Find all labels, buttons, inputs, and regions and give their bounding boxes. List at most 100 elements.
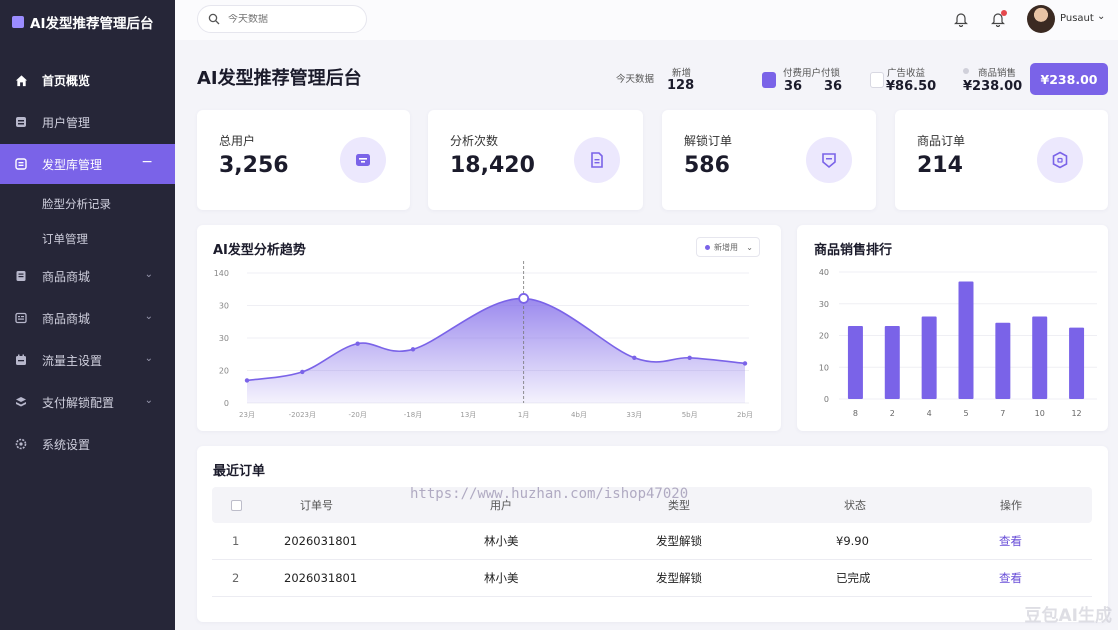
goods-label: 商品销售 [978,68,1017,79]
x-tick-label: 1月 [518,411,529,419]
ad-icon [870,72,884,88]
brand[interactable]: AI发型推荐管理后台 [0,0,175,44]
bell-icon[interactable] [951,9,971,29]
view-order-link[interactable]: 查看 [999,560,1022,596]
sidebar-item-label: 商品商城 [42,311,91,326]
stat-card-analysis[interactable]: 分析次数 18,420 [428,110,643,210]
stat-label: 解锁订单 [684,134,733,148]
bar [884,325,900,399]
x-tick-label: 23月 [239,411,255,419]
data-point [244,378,250,383]
stat-value: 3,256 [219,153,289,178]
sidebar-item-users[interactable]: 用户管理 [0,102,175,142]
bar [847,325,863,399]
column-header-status[interactable]: 状态 [844,487,866,523]
goods-value: ¥238.00 [963,79,1023,94]
data-point [410,347,416,352]
ranking-chart: 0 10 20 30 40 8 2 4 5 7 10 12 [819,268,1097,418]
sidebar-item-payment[interactable]: 支付解锁配置 ⌄ [0,382,175,422]
sidebar-item-label: 发型库管理 [42,157,103,172]
column-header-action: 操作 [1000,499,1022,512]
stat-label: 总用户 [219,134,256,148]
column-header-user[interactable]: 用户 [490,487,512,523]
collapse-icon[interactable]: − [141,154,153,170]
view-order-link[interactable]: 查看 [999,523,1022,559]
topbar: Pusaut ⌄ [175,0,1118,40]
user-name[interactable]: Pusaut [1060,13,1094,24]
trend-chart-card: AI发型分析趋势 新增用 ⌄ 0 20 30 30 140 23月 -2023月 -20月 -1… [197,225,781,431]
y-tick-label: 30 [819,300,829,309]
sidebar: AI发型推荐管理后台 首页概览 用户管理 发型库管理 − 脸型分析记录 订单管理 [0,0,175,630]
payment-icon [14,395,28,409]
order-no: 2026031801 [284,571,358,585]
product-order-icon [1037,137,1083,183]
paid-value-2: 36 [824,79,843,94]
sidebar-item-settings[interactable]: 系统设置 [0,424,175,464]
search-input[interactable] [228,13,348,25]
y-tick-label: 20 [819,332,829,341]
brand-logo-icon [12,16,24,28]
data-point [300,369,305,375]
y-tick-label: 10 [819,363,829,372]
orders-table: 订单号 用户 类型 状态 操作 1 2026031801 林小美 发型解锁 ¥9… [212,487,1092,597]
y-tick-label: 30 [219,302,229,311]
stat-value: 214 [917,153,963,178]
x-tick-label: 5 [963,409,968,418]
y-tick-label: 30 [219,334,229,343]
chevron-down-icon: ⌄ [144,311,153,322]
stat-card-unlock-orders[interactable]: 解锁订单 586 [662,110,876,210]
stat-value: 18,420 [450,153,535,178]
sidebar-item-label: 首页概览 [42,73,91,88]
stat-label: 商品订单 [917,134,966,148]
sidebar-item-shop[interactable]: 商品商城 ⌄ [0,256,175,296]
x-tick-label: -2023月 [289,411,316,419]
stat-card-users[interactable]: 总用户 3,256 [197,110,410,210]
notification-badge [1001,10,1007,16]
stat-card-product-orders[interactable]: 商品订单 214 [895,110,1108,210]
data-point [355,341,360,346]
goods-dot-icon [963,68,969,74]
data-point [632,355,637,360]
orders-title: 最近订单 [213,464,266,479]
y-tick-label: 140 [214,269,229,278]
y-tick-label: 40 [819,268,829,277]
column-header-order-no[interactable]: 订单号 [300,487,333,523]
sidebar-item-label: 用户管理 [42,115,91,130]
bar [1032,316,1048,399]
sidebar-subitem-orders[interactable]: 订单管理 [0,221,175,256]
x-tick-label: 13月 [460,411,476,419]
y-tick-label: 0 [824,395,829,404]
x-tick-label: 4b月 [571,411,587,419]
brand-title: AI发型推荐管理后台 [30,16,154,32]
user-list-icon [14,115,28,129]
sidebar-item-home[interactable]: 首页概览 [0,60,175,100]
sidebar-item-label: 流量主设置 [42,353,103,368]
bar [958,281,974,399]
notification-icon[interactable] [988,9,1008,29]
order-user: 林小美 [484,571,519,585]
select-all-checkbox[interactable] [231,487,242,523]
paid-label: 付费用户付锁 [783,68,841,79]
x-tick-label: 4 [927,409,932,418]
chevron-down-icon[interactable]: ⌄ [1097,11,1105,22]
page-title: AI发型推荐管理后台 [197,68,362,89]
wallet-icon [762,72,776,88]
avatar[interactable] [1027,5,1055,33]
stat-label: 分析次数 [450,134,499,148]
column-header-type[interactable]: 类型 [668,487,690,523]
revenue-button[interactable]: ¥238.00 [1030,63,1108,95]
search-icon [208,10,220,29]
sidebar-item-traffic[interactable]: 流量主设置 ⌄ [0,340,175,380]
order-status: 已完成 [836,571,871,585]
x-tick-label: 2 [890,409,895,418]
sidebar-subitem-face-analysis[interactable]: 脸型分析记录 [0,186,175,221]
sidebar-item-hairstyle-library[interactable]: 发型库管理 − [0,144,175,184]
x-tick-label: -18月 [404,411,422,419]
hairstyle-icon [14,157,28,171]
table-row: 1 2026031801 林小美 发型解锁 ¥9.90 查看 [212,523,1092,560]
chevron-down-icon: ⌄ [144,395,153,406]
sidebar-item-label: 支付解锁配置 [42,395,115,410]
sidebar-item-shop-2[interactable]: 商品商城 ⌄ [0,298,175,338]
search-box[interactable] [197,5,367,33]
home-icon [14,73,28,87]
